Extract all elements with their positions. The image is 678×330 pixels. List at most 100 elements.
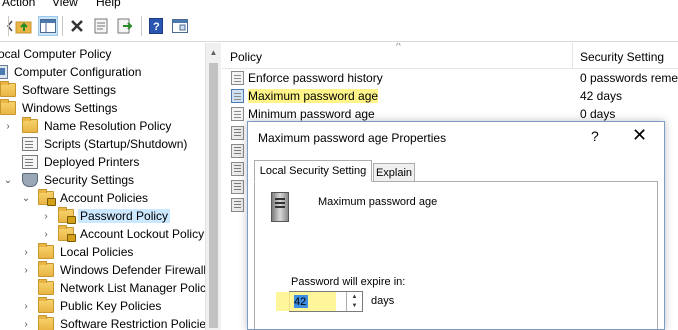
policy-setting: 42 days	[580, 89, 623, 103]
help-icon[interactable]: ?	[146, 16, 166, 36]
policy-icon	[231, 198, 244, 212]
chevron-right-icon[interactable]: ›	[20, 297, 32, 315]
svg-text:?: ?	[153, 21, 160, 33]
list-row-enforce-password-history[interactable]: Enforce password history 0 passwords rem…	[222, 69, 678, 87]
chevron-right-icon[interactable]: ›	[2, 117, 14, 135]
scrollbar-thumb[interactable]	[209, 63, 218, 328]
folder-lock-icon	[58, 225, 76, 242]
tree-item-label: Local Policies	[60, 245, 134, 259]
tree-item-software-restriction-policies[interactable]: › Software Restriction Policie	[20, 315, 220, 330]
chevron-right-icon[interactable]: ›	[20, 315, 32, 330]
properties-dialog: Maximum password age Properties ? ✕ Loca…	[247, 121, 665, 330]
tree-item-scripts[interactable]: Scripts (Startup/Shutdown)	[22, 135, 220, 153]
policy-setting: 0 passwords remem	[580, 71, 678, 85]
column-divider[interactable]	[572, 43, 573, 69]
tree-item-name-resolution-policy[interactable]: › Name Resolution Policy	[2, 117, 207, 135]
column-header-policy[interactable]: Policy	[230, 50, 262, 64]
delete-icon[interactable]	[67, 16, 87, 36]
policy-icon	[231, 144, 244, 158]
sort-ascending-icon: ^	[396, 43, 401, 52]
policy-icon	[231, 180, 244, 194]
tree-item-label: Password Policy	[78, 209, 171, 223]
tree-item-label: Name Resolution Policy	[44, 119, 172, 133]
days-unit-label: days	[371, 295, 395, 307]
toolbar-separator	[62, 16, 63, 36]
tree-item-security-settings[interactable]: ⌄ Security Settings	[2, 171, 207, 189]
folder-icon	[38, 261, 54, 277]
tree-item-computer-configuration[interactable]: Computer Configuration	[0, 63, 197, 81]
policy-icon	[231, 89, 244, 103]
tree-item-label: Network List Manager Polic	[60, 281, 207, 295]
policy-icon	[231, 126, 244, 140]
policy-title: Maximum password age	[318, 196, 438, 208]
tree-item-software-settings[interactable]: Software Settings	[0, 81, 205, 99]
tree-item-deployed-printers[interactable]: Deployed Printers	[22, 153, 220, 171]
menu-bar: Action View Help	[0, 0, 678, 10]
folder-icon	[22, 117, 38, 133]
folder-lock-icon	[58, 207, 76, 224]
tree-item-account-lockout-policy[interactable]: › Account Lockout Policy	[40, 225, 220, 243]
close-icon[interactable]: ✕	[632, 125, 647, 146]
server-icon	[271, 192, 289, 222]
policy-icon	[231, 107, 244, 121]
expire-days-stepper[interactable]: ▲ ▼	[276, 291, 363, 312]
stepper-up-icon[interactable]: ▲	[347, 292, 362, 302]
tree-item-public-key-policies[interactable]: › Public Key Policies	[20, 297, 220, 315]
tree-item-label: Software Settings	[22, 83, 117, 97]
chevron-right-icon[interactable]: ›	[20, 243, 32, 261]
expire-days-input[interactable]	[292, 294, 342, 309]
tree-item-label: Public Key Policies	[60, 299, 162, 313]
tree-item-network-list-manager[interactable]: Network List Manager Polic	[38, 279, 220, 297]
tree-item-label: Account Policies	[60, 191, 149, 205]
shield-icon	[22, 173, 38, 187]
chevron-right-icon[interactable]: ›	[40, 207, 52, 225]
up-folder-icon[interactable]	[14, 16, 34, 36]
chevron-down-icon[interactable]: ⌄	[20, 189, 32, 207]
tree-scrollbar[interactable]: ▲	[205, 43, 221, 330]
tab-explain[interactable]: Explain	[373, 163, 415, 182]
tree-item-local-policies[interactable]: › Local Policies	[20, 243, 220, 261]
folder-icon	[0, 99, 16, 115]
tree-item-label: Security Settings	[44, 173, 135, 187]
dialog-title: Maximum password age Properties	[258, 131, 447, 145]
stepper-down-icon[interactable]: ▼	[347, 302, 362, 312]
tree-item-label: Windows Settings	[22, 101, 118, 115]
tab-local-security-setting[interactable]: Local Security Setting	[254, 160, 372, 182]
toolbar: ?	[0, 10, 678, 42]
policy-setting: 0 days	[580, 107, 616, 121]
toolbar-separator	[8, 16, 9, 36]
folder-lock-icon	[38, 189, 56, 206]
show-hide-tree-icon[interactable]	[38, 16, 58, 36]
properties-icon[interactable]	[91, 16, 111, 36]
scroll-up-arrow-icon[interactable]: ▲	[206, 45, 221, 59]
expire-label: Password will expire in:	[291, 276, 406, 288]
menu-help[interactable]: Help	[96, 0, 121, 9]
chevron-down-icon[interactable]: ⌄	[2, 171, 14, 189]
tree-item-windows-settings[interactable]: Windows Settings	[0, 99, 205, 117]
policy-name: Enforce password history	[248, 71, 383, 85]
help-icon[interactable]: ?	[591, 128, 599, 144]
tree-item-label: Deployed Printers	[44, 155, 140, 169]
printer-icon	[22, 155, 38, 169]
tree-item-account-policies[interactable]: ⌄ Account Policies	[20, 189, 220, 207]
menu-action[interactable]: Action	[2, 0, 35, 9]
folder-icon	[38, 297, 54, 313]
tree-item-label: Computer Configuration	[14, 65, 142, 79]
export-list-icon[interactable]	[115, 16, 135, 36]
tree-item-local-computer-policy[interactable]: ocal Computer Policy	[0, 45, 201, 63]
list-row-maximum-password-age[interactable]: Maximum password age 42 days	[222, 87, 678, 105]
tree-item-windows-defender-firewall[interactable]: › Windows Defender Firewall	[20, 261, 220, 279]
column-header-security-setting[interactable]: Security Setting	[580, 50, 664, 64]
policy-name: Minimum password age	[248, 107, 375, 121]
folder-icon	[38, 315, 54, 330]
tree-item-password-policy[interactable]: › Password Policy	[40, 207, 220, 225]
console-pane-icon[interactable]	[170, 16, 190, 36]
tree-item-label: Windows Defender Firewall	[60, 263, 207, 277]
toolbar-separator	[141, 16, 142, 36]
chevron-right-icon[interactable]: ›	[20, 261, 32, 279]
menu-view[interactable]: View	[52, 0, 78, 9]
chevron-right-icon[interactable]: ›	[40, 225, 52, 243]
console-tree: ocal Computer Policy Computer Configurat…	[0, 43, 220, 330]
policy-name: Maximum password age	[248, 89, 379, 103]
tab-panel: Maximum password age Password will expir…	[254, 181, 658, 329]
